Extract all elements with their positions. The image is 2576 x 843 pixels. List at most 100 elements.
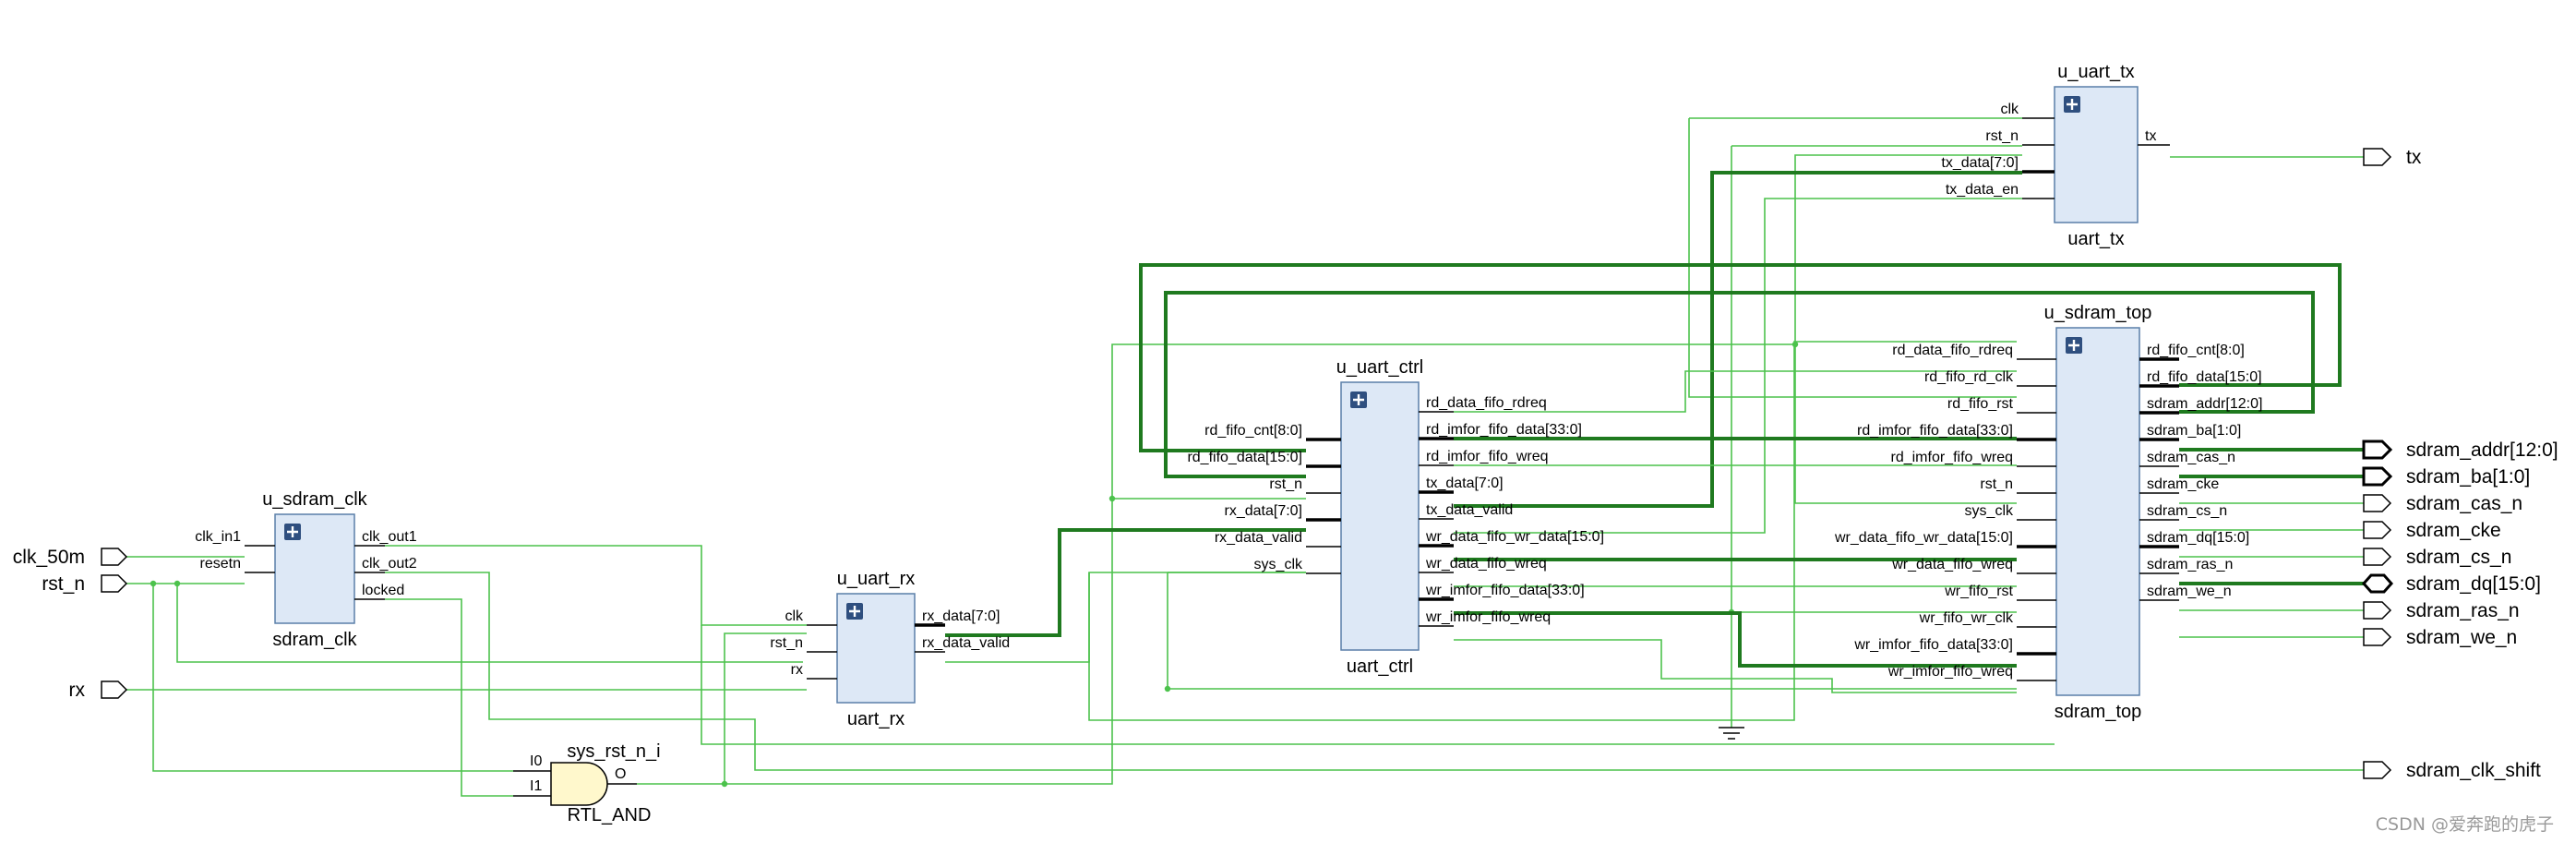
block-body: [2055, 327, 2140, 696]
input-pin-wr-imfor-fifo-data-33-0: wr_imfor_fifo_data[33:0]: [1853, 637, 2013, 653]
output-pin-sdram-cas-n: sdram_cas_n: [2147, 450, 2235, 465]
input-pin-wr-fifo-rst: wr_fifo_rst: [1944, 584, 2013, 599]
input-pin-wr-fifo-wr-clk: wr_fifo_wr_clk: [1919, 610, 2014, 626]
output-pin-clk-out1: clk_out1: [362, 529, 417, 545]
module-label: uart_rx: [847, 709, 905, 729]
output-pin-sdram-cke: sdram_cke: [2147, 476, 2219, 492]
input-port-label: rst_n: [42, 573, 85, 595]
output-pin-clk-out2: clk_out2: [362, 556, 417, 572]
input-pin-wr-data-fifo-wr-data-15-0: wr_data_fifo_wr_data[15:0]: [1834, 530, 2013, 546]
output-port-label: sdram_ras_n: [2406, 600, 2520, 621]
output-pin-tx-data-7-0: tx_data[7:0]: [1426, 476, 1504, 491]
output-port-shape: [2362, 440, 2393, 460]
block-sdram_top: u_sdram_topsdram_toprd_data_fifo_rdreqrd…: [1834, 303, 2262, 722]
output-port-tx: tx: [2363, 147, 2422, 168]
output-port-label: sdram_clk_shift: [2406, 760, 2541, 781]
output-port-sdram-dq-15-0: sdram_dq[15:0]: [2361, 573, 2541, 595]
output-pin-tx: tx: [2145, 128, 2156, 144]
output-pin-rd-fifo-cnt-8-0: rd_fifo_cnt[8:0]: [2147, 343, 2245, 358]
gate-pin-o: O: [615, 766, 626, 782]
block-layer: u_sdram_clk sdram_clk clk_in1resetn clk_out…: [195, 62, 2262, 825]
output-port-shape: [2362, 466, 2393, 487]
input-pin-rd-fifo-cnt-8-0: rd_fifo_cnt[8:0]: [1204, 423, 1302, 439]
output-port-shape: [2363, 148, 2392, 166]
output-pin-wr-imfor-fifo-data-33-0: wr_imfor_fifo_data[33:0]: [1425, 583, 1585, 598]
output-port-sdram-ras-n: sdram_ras_n: [2363, 600, 2520, 621]
net-junction: [1108, 495, 1116, 502]
input-port-clk-50m: clk_50m: [13, 547, 128, 568]
input-pin-rst-n: rst_n: [770, 635, 803, 651]
output-port-label: sdram_dq[15:0]: [2406, 573, 2541, 595]
output-pin-sdram-we-n: sdram_we_n: [2147, 584, 2232, 599]
input-pin-rd-fifo-rd-clk: rd_fifo_rd_clk: [1924, 369, 2014, 385]
output-port-sdram-ba-1-0: sdram_ba[1:0]: [2362, 466, 2530, 488]
output-port-sdram-cke: sdram_cke: [2363, 520, 2501, 541]
output-pin-wr-imfor-fifo-wreq: wr_imfor_fifo_wreq: [1425, 609, 1551, 625]
instance-label: u_uart_ctrl: [1336, 357, 1424, 378]
module-label: uart_ctrl: [1347, 656, 1413, 677]
module-label: sdram_top: [2055, 702, 2142, 722]
output-pin-sdram-ba-1-0: sdram_ba[1:0]: [2147, 423, 2241, 439]
output-pin-sdram-addr-12-0: sdram_addr[12:0]: [2147, 396, 2262, 412]
instance-label: u_sdram_top: [2044, 303, 2152, 323]
output-port-sdram-cs-n: sdram_cs_n: [2363, 547, 2511, 568]
signal-net: [385, 598, 513, 797]
output-port-shape: [2363, 548, 2392, 566]
output-pin-sdram-cs-n: sdram_cs_n: [2147, 503, 2227, 519]
schematic-canvas: u_sdram_clk sdram_clk clk_in1resetn clk_out…: [13, 62, 2558, 825]
output-pin-rx-data-7-0: rx_data[7:0]: [922, 608, 1000, 624]
output-port-shape: [2363, 761, 2392, 779]
output-port-shape: [2361, 573, 2394, 594]
signal-net: [176, 584, 803, 663]
output-pin-wr-data-fifo-wr-data-15-0: wr_data_fifo_wr_data[15:0]: [1425, 529, 1604, 545]
input-port-shape: [101, 680, 128, 699]
module-label: uart_tx: [2067, 229, 2124, 249]
input-port-rx: rx: [69, 680, 128, 701]
output-port-sdram-cas-n: sdram_cas_n: [2363, 493, 2522, 514]
input-port-label: clk_50m: [13, 547, 85, 568]
input-port-rst-n: rst_n: [42, 573, 128, 595]
signal-net: [637, 632, 807, 785]
input-pin-rd-imfor-fifo-wreq: rd_imfor_fifo_wreq: [1891, 450, 2014, 465]
and-gate-body: [550, 762, 608, 806]
output-port-shape: [2363, 494, 2392, 512]
input-pin-rst-n: rst_n: [1980, 476, 2013, 492]
input-pin-rd-fifo-data-15-0: rd_fifo_data[15:0]: [1187, 450, 1302, 465]
gate-type-label: RTL_AND: [568, 805, 652, 825]
input-pin-clk: clk: [785, 608, 804, 624]
output-port-shape: [2363, 521, 2392, 539]
net-junction: [1164, 685, 1171, 692]
input-pin-rx-data-valid: rx_data_valid: [1215, 530, 1302, 546]
output-pin-tx-data-valid: tx_data_valid: [1426, 502, 1513, 518]
watermark: CSDN @爱奔跑的虎子: [2375, 814, 2554, 835]
output-port-sdram-we-n: sdram_we_n: [2363, 627, 2517, 648]
output-port-label: sdram_cke: [2406, 520, 2501, 541]
gate-pin-i0: I0: [530, 753, 542, 769]
output-pin-rd-data-fifo-rdreq: rd_data_fifo_rdreq: [1426, 395, 1547, 411]
instance-label: u_uart_rx: [837, 569, 916, 589]
output-pin-rd-imfor-fifo-wreq: rd_imfor_fifo_wreq: [1426, 449, 1549, 464]
block-uart_rx: u_uart_rx uart_rx clk rst_nrx rx_data[7:0]rx…: [770, 569, 1010, 729]
input-port-label: rx: [69, 680, 86, 701]
block-body: [1340, 381, 1420, 651]
input-pin-rd-data-fifo-rdreq: rd_data_fifo_rdreq: [1892, 343, 2013, 358]
signal-net: [1454, 198, 2022, 534]
module-label: sdram_clk: [272, 630, 357, 650]
input-pin-sys-clk: sys_clk: [1965, 503, 2014, 519]
output-pin-rx-data-valid: rx_data_valid: [922, 635, 1010, 651]
input-pin-clk-in1: clk_in1: [195, 529, 241, 545]
output-pin-rd-imfor-fifo-data-33-0: rd_imfor_fifo_data[33:0]: [1426, 422, 1582, 438]
output-pin-sdram-dq-15-0: sdram_dq[15:0]: [2147, 530, 2249, 546]
block-uart_tx: u_uart_tx uart_tx clk rst_n tx_data[7:0] tx_d…: [1941, 62, 2170, 249]
output-port-shape: [2363, 601, 2392, 620]
input-pin-rd-imfor-fifo-data-33-0: rd_imfor_fifo_data[33:0]: [1857, 423, 2013, 439]
output-port-label: tx: [2406, 147, 2422, 168]
input-port-shape: [101, 548, 128, 566]
ground-icon: [1719, 727, 1744, 740]
output-pin-sdram-ras-n: sdram_ras_n: [2147, 557, 2233, 572]
net-junction: [174, 580, 181, 587]
output-port-shape: [2363, 628, 2392, 646]
input-pin-wr-data-fifo-wreq: wr_data_fifo_wreq: [1891, 557, 2013, 572]
signal-net: [385, 545, 807, 626]
output-port-label: sdram_we_n: [2406, 627, 2517, 648]
